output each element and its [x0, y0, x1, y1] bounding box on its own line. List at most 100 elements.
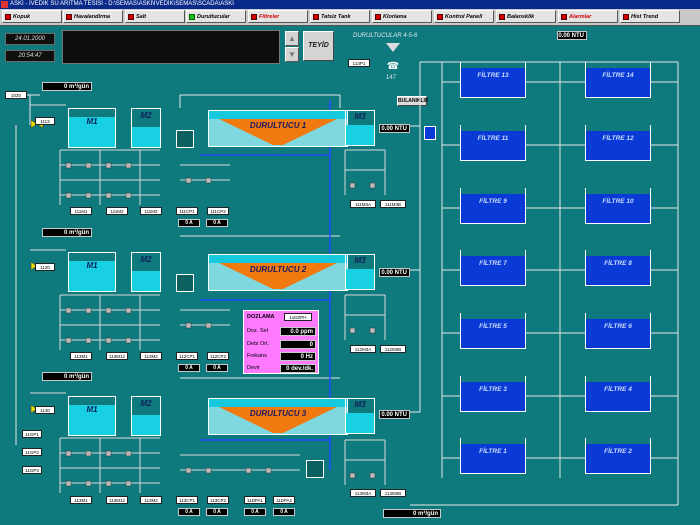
- cp-tag[interactable]: 111CP1: [176, 207, 198, 215]
- motor-tag[interactable]: 111M2: [140, 207, 162, 215]
- mixer1-tank-line2[interactable]: M1: [68, 252, 116, 292]
- dosing-value: 0: [280, 340, 316, 349]
- filter-label: FİLTRE 14: [602, 72, 634, 79]
- motor-tag[interactable]: 113M12: [106, 352, 128, 360]
- filter-10[interactable]: FİLTRE 10: [585, 188, 651, 224]
- m3-tag[interactable]: 112M3B: [380, 345, 406, 353]
- mixer2-label: M2: [140, 111, 152, 120]
- valve-tag-line2[interactable]: 1120: [35, 263, 55, 271]
- misc-tag[interactable]: 11GP3: [22, 466, 42, 474]
- filter-label: FİLTRE 4: [604, 386, 632, 393]
- valve-tag-line3[interactable]: 1130: [35, 406, 55, 414]
- filter-label: FİLTRE 9: [479, 198, 507, 205]
- outlet-flow-display: 0 m³/gün: [383, 509, 441, 518]
- m3-tag[interactable]: 113M3A: [350, 489, 376, 497]
- clarifier-2[interactable]: DURULTUCU 2: [208, 254, 348, 291]
- motor-tag[interactable]: 113M12: [106, 496, 128, 504]
- mixer1-tank-line3[interactable]: M1: [68, 396, 116, 436]
- dosing-label: Doz. Set: [247, 328, 269, 334]
- ntu-display-line1: 0.00 NTU: [379, 124, 410, 133]
- cp-tag[interactable]: 11DPA2: [273, 496, 295, 504]
- mixer2-tank-line3[interactable]: M2: [131, 396, 161, 436]
- filter-label: FİLTRE 10: [602, 198, 634, 205]
- motor-tag[interactable]: 113M2: [140, 496, 162, 504]
- cp-tag[interactable]: 112CP2: [207, 352, 229, 360]
- flow-display-line3: 0 m³/gün: [42, 372, 92, 381]
- flow-display-line2: 0 m³/gün: [42, 228, 92, 237]
- clarifier-1[interactable]: DURULTUCU 1: [208, 110, 348, 147]
- m3-tag[interactable]: 112M3A: [350, 345, 376, 353]
- filter-11[interactable]: FİLTRE 11: [460, 125, 526, 161]
- mixer1-label: M1: [86, 261, 98, 270]
- mixer2-tank-line2[interactable]: M2: [131, 252, 161, 292]
- ntu-display-line3: 0.00 NTU: [379, 410, 410, 419]
- mixer2-label: M2: [140, 255, 152, 264]
- amp-display: 0 A: [273, 508, 295, 516]
- amp-display: 0 A: [206, 364, 228, 372]
- cp-tag[interactable]: 112CP1: [176, 352, 198, 360]
- mixer1-tank-line1[interactable]: M1: [68, 108, 116, 148]
- filter-6[interactable]: FİLTRE 6: [585, 313, 651, 349]
- motor-tag[interactable]: 111M2: [106, 207, 128, 215]
- dosing-label: Frekans: [247, 353, 267, 359]
- m3-tank-line2[interactable]: M3: [345, 254, 375, 290]
- motor-tag[interactable]: 113M2: [140, 352, 162, 360]
- clarifier-3[interactable]: DURULTUCU 3: [208, 398, 348, 435]
- cp-tag[interactable]: 113CP2: [207, 496, 229, 504]
- filter-1[interactable]: FİLTRE 1: [460, 438, 526, 474]
- mixer1-label: M1: [86, 117, 98, 126]
- m3-tag[interactable]: 111M3A: [350, 200, 376, 208]
- m3-tag[interactable]: 111M3B: [380, 200, 406, 208]
- dosing-label: Debi Ort.: [247, 341, 270, 347]
- dosing-label: Devir: [247, 365, 260, 371]
- dosing-panel[interactable]: DOZLAMA 11DZPH Doz. Set 0.0 ppm Debi Ort…: [243, 310, 319, 374]
- filter-9[interactable]: FİLTRE 9: [460, 188, 526, 224]
- cp-tag[interactable]: 111CP2: [207, 207, 229, 215]
- ntu-display-line2: 0.00 NTU: [379, 268, 410, 277]
- chem-tank-line1: [176, 130, 194, 148]
- filter-label: FİLTRE 13: [477, 72, 509, 79]
- m3-label: M3: [354, 400, 366, 409]
- filter-8[interactable]: FİLTRE 8: [585, 250, 651, 286]
- filter-7[interactable]: FİLTRE 7: [460, 250, 526, 286]
- clarifier-label: DURULTUCU 2: [249, 265, 307, 274]
- motor-tag[interactable]: 111M1: [70, 207, 92, 215]
- valve-tag-line1[interactable]: 1113: [35, 117, 55, 125]
- m3-tank-line1[interactable]: M3: [345, 110, 375, 146]
- amp-display: 0 A: [178, 219, 200, 227]
- filter-12[interactable]: FİLTRE 12: [585, 125, 651, 161]
- filter-13[interactable]: FİLTRE 13: [460, 62, 526, 98]
- filter-14[interactable]: FİLTRE 14: [585, 62, 651, 98]
- filter-label: FİLTRE 7: [479, 260, 507, 267]
- amp-display: 0 A: [178, 364, 200, 372]
- mixer2-tank-line1[interactable]: M2: [131, 108, 161, 148]
- flow-display-line1: 0 m³/gün: [42, 82, 92, 91]
- chem-tank-line2: [176, 274, 194, 292]
- motor-tag[interactable]: 113M1: [70, 352, 92, 360]
- dosing-tag[interactable]: 11DZPH: [284, 313, 312, 321]
- dosing-title: DOZLAMA: [247, 314, 275, 320]
- chem-tank-line3: [306, 460, 324, 478]
- filter-2[interactable]: FİLTRE 2: [585, 438, 651, 474]
- amp-display: 0 A: [206, 219, 228, 227]
- mixer2-label: M2: [140, 399, 152, 408]
- amp-display: 0 A: [244, 508, 266, 516]
- motor-tag[interactable]: 113M1: [70, 496, 92, 504]
- filter-5[interactable]: FİLTRE 5: [460, 313, 526, 349]
- misc-tag[interactable]: 11GP2: [22, 448, 42, 456]
- misc-tag[interactable]: 11GP1: [22, 430, 42, 438]
- m3-tag[interactable]: 113M3B: [380, 489, 406, 497]
- filter-label: FİLTRE 5: [479, 323, 507, 330]
- m3-tank-line3[interactable]: M3: [345, 398, 375, 434]
- tag-1020[interactable]: 1020: [5, 91, 27, 99]
- filter-label: FİLTRE 8: [604, 260, 632, 267]
- filter-4[interactable]: FİLTRE 4: [585, 376, 651, 412]
- cp-tag[interactable]: 11DPA1: [244, 496, 266, 504]
- clarifier-label: DURULTUCU 3: [249, 409, 307, 418]
- dosing-value: 0 dev./dk.: [280, 364, 316, 373]
- filter-label: FİLTRE 1: [479, 448, 507, 455]
- cp-tag[interactable]: 113CP1: [176, 496, 198, 504]
- filter-label: FİLTRE 6: [604, 323, 632, 330]
- filter-3[interactable]: FİLTRE 3: [460, 376, 526, 412]
- amp-display: 0 A: [178, 508, 200, 516]
